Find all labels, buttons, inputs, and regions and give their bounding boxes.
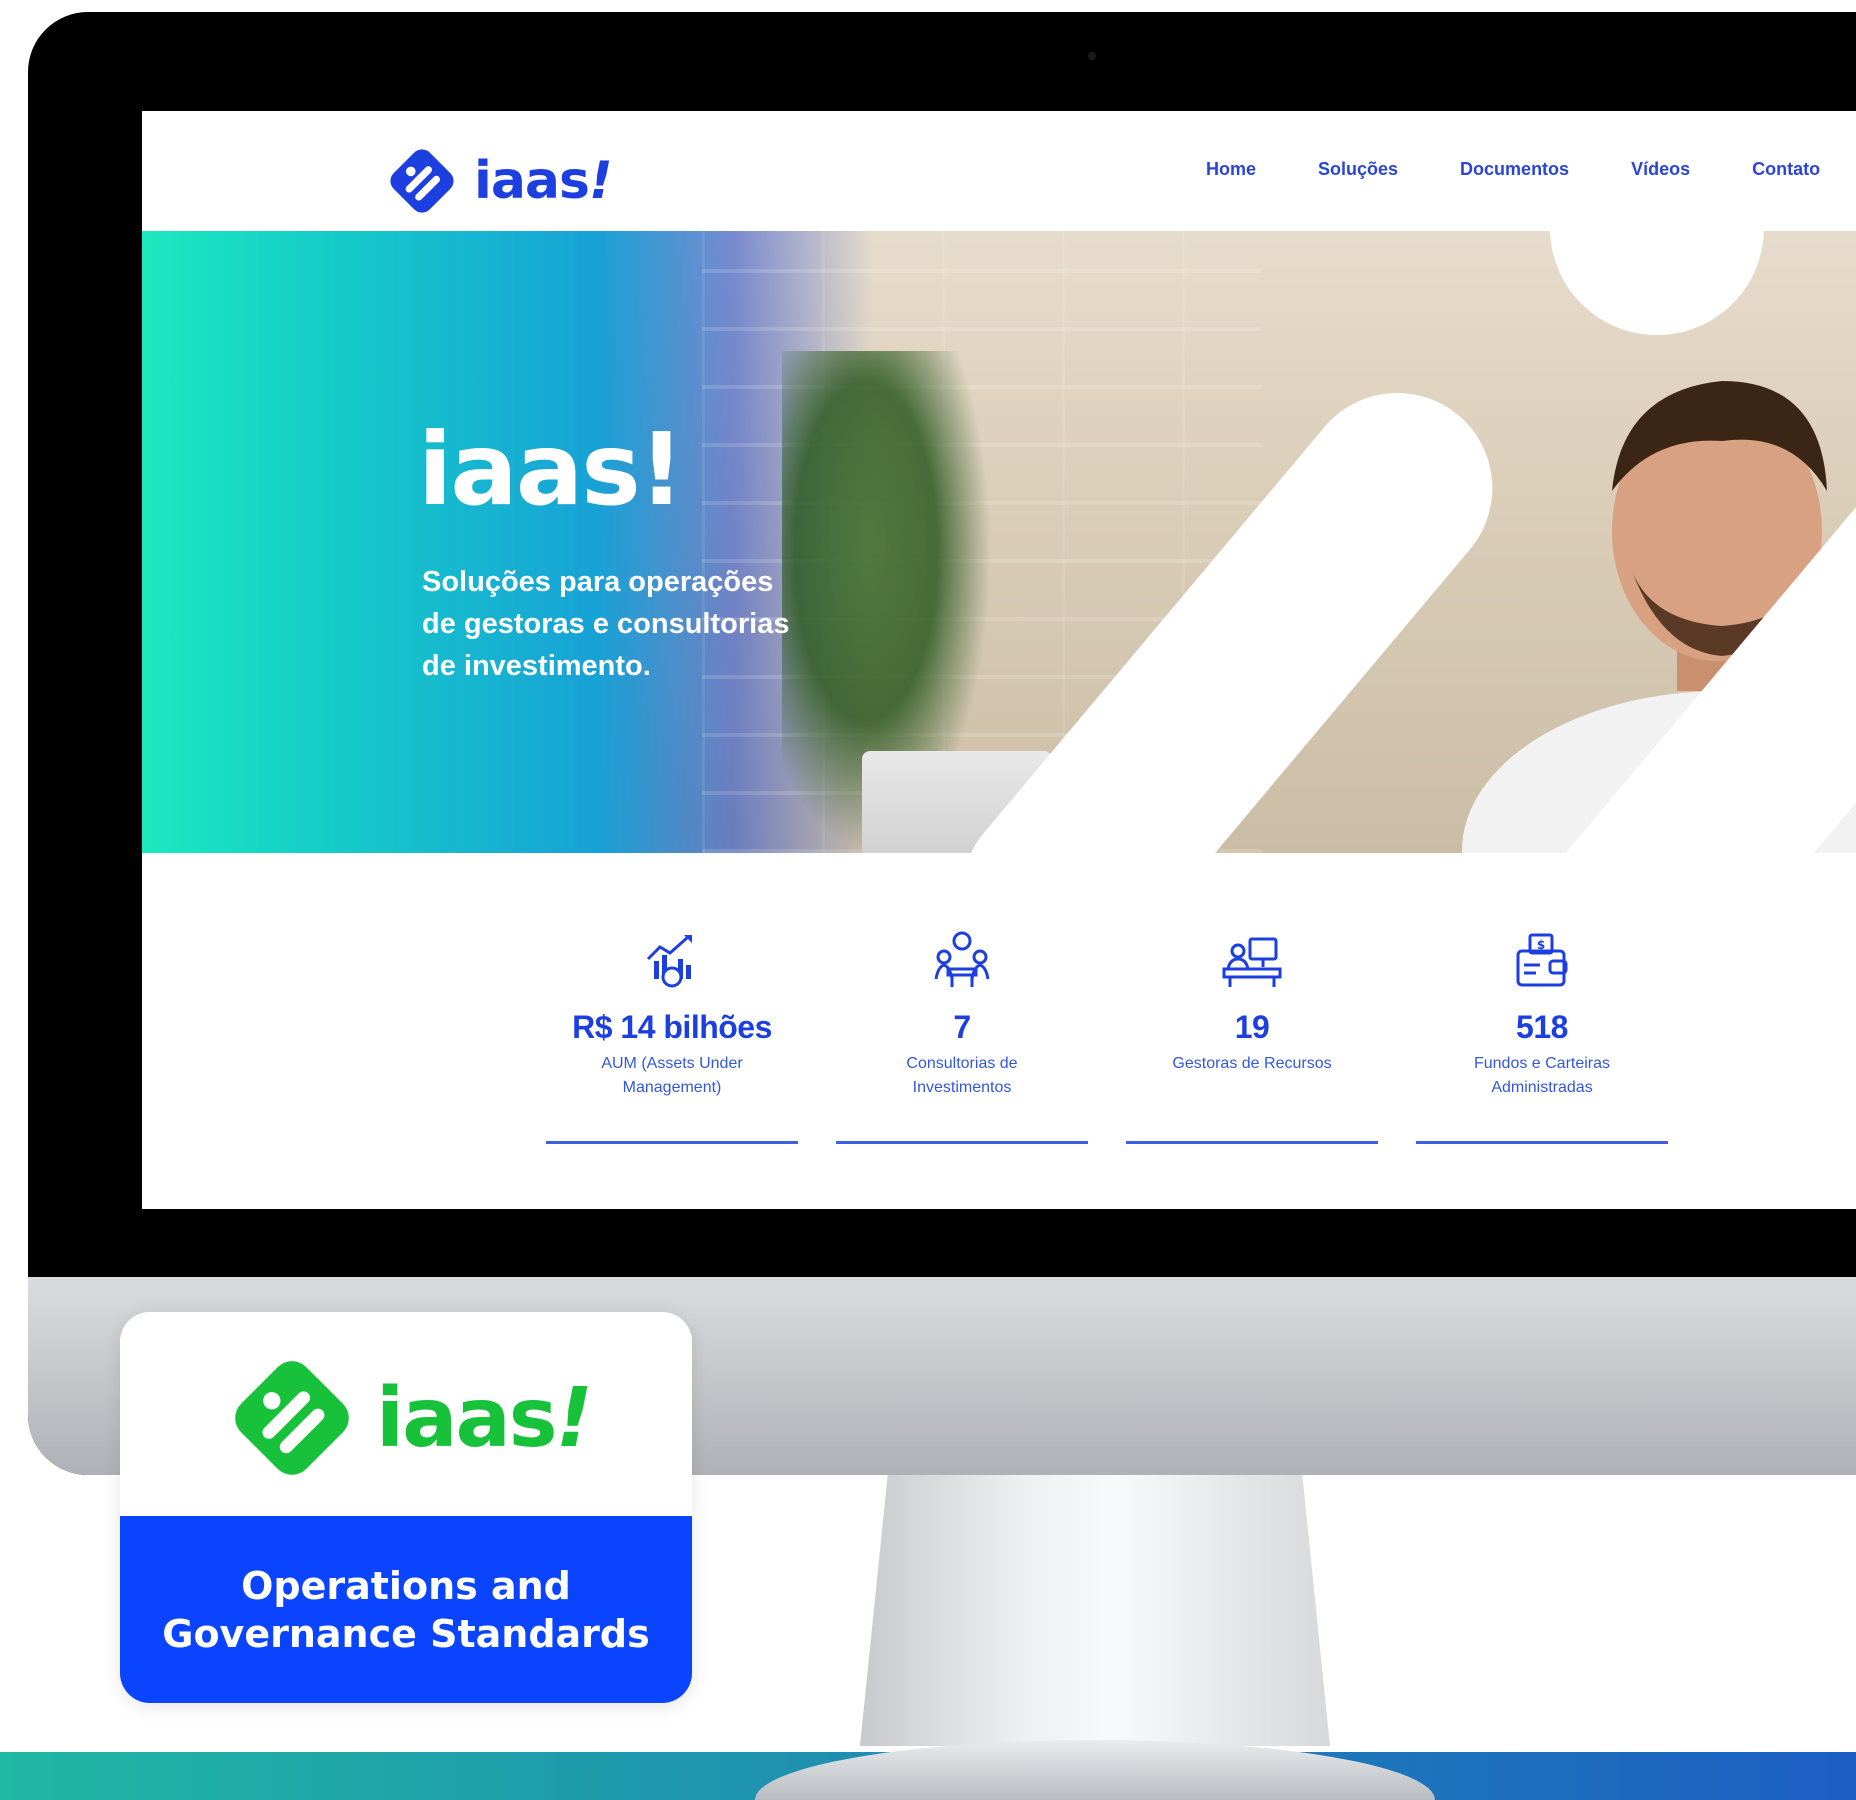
site-header: iaas! Home Soluções Documentos Vídeos Co… — [142, 111, 1856, 231]
growth-chart-icon — [646, 935, 692, 988]
iaas-logo-icon — [390, 149, 454, 213]
stat-label-line: Management) — [622, 1079, 722, 1096]
hero-subtitle-line: Soluções para operações — [422, 566, 774, 598]
brand-card-logo-area: iaas! — [120, 1312, 692, 1516]
nav-videos[interactable]: Vídeos — [1631, 159, 1690, 180]
stats-row: R$ 14 bilhões AUM (Assets Under Manageme… — [546, 929, 1668, 1144]
nav-solucoes[interactable]: Soluções — [1318, 159, 1398, 180]
consulting-meeting-icon — [934, 931, 990, 987]
stat-label-line: Investimentos — [912, 1079, 1012, 1096]
monitor: iaas! Home Soluções Documentos Vídeos Co… — [28, 12, 1856, 1475]
webcam-icon — [1088, 52, 1096, 60]
wallet-icon: $ — [1516, 933, 1568, 987]
stage: iaas! Home Soluções Documentos Vídeos Co… — [0, 0, 1856, 1800]
stat-value: 7 — [953, 1009, 971, 1045]
hero-title: iaas! — [418, 411, 684, 528]
brand-card-caption-line: Governance Standards — [162, 1611, 650, 1656]
stat-value: 518 — [1516, 1009, 1568, 1045]
nav-home[interactable]: Home — [1206, 159, 1256, 180]
hero-subtitle-line: de investimento. — [422, 650, 651, 682]
stat-aum: R$ 14 bilhões AUM (Assets Under Manageme… — [546, 929, 798, 1144]
stat-label-line: AUM (Assets Under — [601, 1055, 743, 1072]
iaas-logo-icon — [235, 1361, 349, 1475]
stat-consultorias: 7 Consultorias de Investimentos — [836, 929, 1088, 1144]
brand-card-wordmark: iaas! — [376, 1370, 593, 1466]
brand-card-logo: iaas! — [220, 1346, 593, 1490]
logo-wordmark: iaas! — [474, 151, 613, 211]
stat-label-line: Fundos e Carteiras — [1473, 1055, 1611, 1072]
stat-label: Fundos e Carteiras Administradas — [1416, 1052, 1668, 1100]
hero-subtitle-line: de gestoras e consultorias — [422, 608, 790, 640]
stat-value: 19 — [1234, 1009, 1270, 1045]
stat-label-line: Consultorias de — [906, 1055, 1018, 1072]
hero-banner: iaas! Soluções para operações de gestora… — [142, 231, 1856, 853]
decorative-circle — [1550, 231, 1764, 335]
stat-label: AUM (Assets Under Management) — [546, 1052, 798, 1100]
stat-label-line: Gestoras de Recursos — [1172, 1055, 1332, 1072]
workstation-icon — [1222, 937, 1282, 987]
site-logo[interactable]: iaas! — [382, 141, 613, 221]
monitor-stand — [860, 1470, 1330, 1746]
stat-label: Gestoras de Recursos — [1126, 1052, 1378, 1076]
hero-subtitle: Soluções para operações de gestoras e co… — [422, 561, 842, 687]
nav-documentos[interactable]: Documentos — [1460, 159, 1569, 180]
stat-fundos: $ 518 Fundos e Carteiras Administradas — [1416, 929, 1668, 1144]
stat-label-line: Administradas — [1491, 1079, 1593, 1096]
stat-label: Consultorias de Investimentos — [836, 1052, 1088, 1100]
website-screen: iaas! Home Soluções Documentos Vídeos Co… — [142, 111, 1856, 1209]
brand-card-caption: Operations and Governance Standards — [120, 1516, 692, 1703]
stat-value: R$ 14 bilhões — [572, 1009, 772, 1045]
main-nav: Home Soluções Documentos Vídeos Contato — [1206, 159, 1820, 180]
brand-card-caption-line: Operations and — [241, 1563, 571, 1608]
monitor-stand-base — [755, 1740, 1435, 1800]
nav-contato[interactable]: Contato — [1752, 159, 1820, 180]
brand-card: iaas! Operations and Governance Standard… — [120, 1312, 692, 1703]
stat-gestoras: 19 Gestoras de Recursos — [1126, 929, 1378, 1144]
